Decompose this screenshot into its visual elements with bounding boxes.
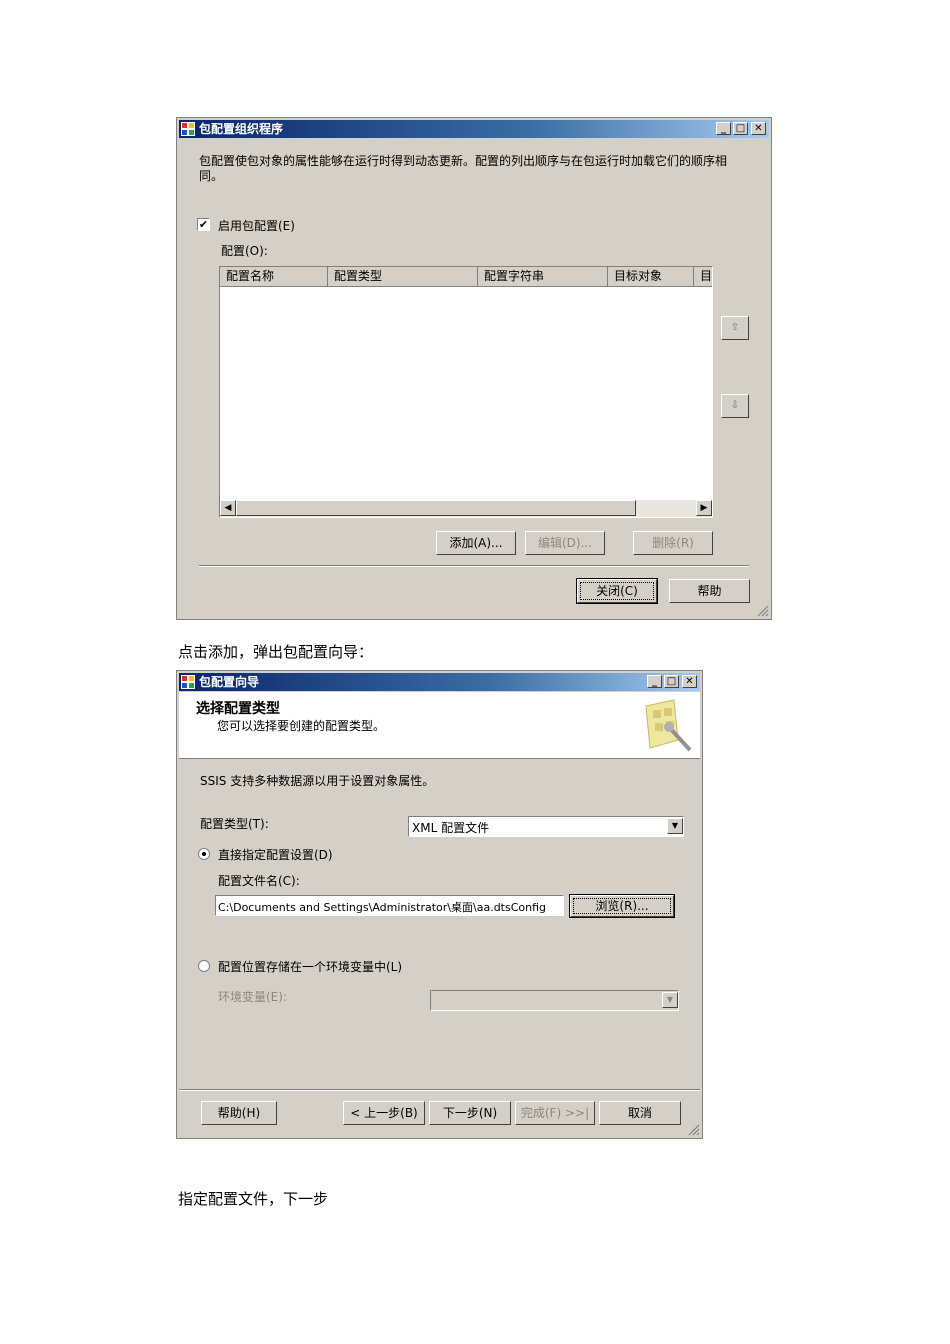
cancel-button[interactable]: 取消 bbox=[599, 1101, 681, 1125]
configuration-filename-input[interactable]: C:\Documents and Settings\Administrator\… bbox=[215, 895, 564, 916]
app-icon bbox=[181, 675, 195, 689]
configuration-type-label: 配置类型(T): bbox=[200, 817, 269, 831]
caption-click-add: 点击添加，弹出包配置向导： bbox=[178, 643, 374, 661]
add-button[interactable]: 添加(A)... bbox=[436, 531, 516, 555]
configurations-list[interactable]: 配置名称 配置类型 配置字符串 目标对象 目 ◀ ▶ bbox=[219, 266, 713, 518]
maximize-button[interactable]: □ bbox=[733, 122, 748, 135]
maximize-button[interactable]: □ bbox=[664, 675, 679, 688]
move-down-button[interactable]: ⇩ bbox=[721, 394, 749, 418]
column-header-target[interactable]: 目标对象 bbox=[608, 267, 694, 287]
scroll-right-button[interactable]: ▶ bbox=[696, 500, 712, 516]
column-header-more[interactable]: 目 bbox=[694, 267, 712, 287]
separator bbox=[199, 565, 749, 567]
package-configurations-organizer-window: 包配置组织程序 _ □ ✕ 包配置使包对象的属性能够在运行时得到动态更新。配置的… bbox=[176, 117, 772, 620]
resize-grip-icon[interactable] bbox=[757, 605, 769, 617]
header-subtitle: 您可以选择要创建的配置类型。 bbox=[217, 719, 386, 733]
package-configuration-wizard-window: 包配置向导 _ □ ✕ 选择配置类型 您可以选择要创建的配置类型。 SSIS 支… bbox=[176, 670, 703, 1139]
arrow-up-icon: ⇧ bbox=[730, 322, 740, 333]
title-bar: 包配置组织程序 _ □ ✕ bbox=[179, 120, 769, 138]
app-icon bbox=[181, 122, 195, 136]
description-text: 包配置使包对象的属性能够在运行时得到动态更新。配置的列出顺序与在包运行时加载它们… bbox=[199, 154, 728, 183]
separator bbox=[179, 1089, 700, 1091]
configurations-label: 配置(O): bbox=[221, 244, 268, 258]
resize-grip-icon[interactable] bbox=[688, 1124, 700, 1136]
back-button[interactable]: < 上一步(B) bbox=[343, 1101, 425, 1125]
horizontal-scrollbar[interactable]: ◀ ▶ bbox=[220, 500, 712, 517]
arrow-down-icon: ⇩ bbox=[730, 400, 740, 411]
radio-direct-settings[interactable] bbox=[198, 848, 210, 860]
next-button[interactable]: 下一步(N) bbox=[429, 1101, 511, 1125]
close-window-button[interactable]: ✕ bbox=[751, 122, 766, 135]
column-header-string[interactable]: 配置字符串 bbox=[478, 267, 608, 287]
help-button[interactable]: 帮助 bbox=[669, 579, 750, 603]
window-title: 包配置组织程序 bbox=[199, 122, 284, 136]
title-bar: 包配置向导 _ □ ✕ bbox=[179, 673, 700, 691]
radio-environment-variable-label: 配置位置存储在一个环境变量中(L) bbox=[218, 960, 403, 974]
delete-button[interactable]: 删除(R) bbox=[633, 531, 713, 555]
wizard-puzzle-icon bbox=[645, 699, 692, 752]
minimize-button[interactable]: _ bbox=[716, 122, 731, 135]
minimize-button[interactable]: _ bbox=[647, 675, 662, 688]
close-button[interactable]: 关闭(C) bbox=[576, 578, 658, 604]
column-header-type[interactable]: 配置类型 bbox=[328, 267, 478, 287]
caption-specify-config-file: 指定配置文件，下一步 bbox=[178, 1190, 329, 1208]
environment-variable-select[interactable]: ▼ bbox=[430, 990, 679, 1011]
scroll-thumb[interactable] bbox=[236, 500, 636, 516]
configuration-filename-label: 配置文件名(C): bbox=[218, 874, 300, 888]
window-title: 包配置向导 bbox=[199, 675, 260, 689]
environment-variable-label: 环境变量(E): bbox=[218, 990, 287, 1004]
radio-environment-variable[interactable] bbox=[198, 960, 210, 972]
chevron-down-icon[interactable]: ▼ bbox=[667, 818, 683, 834]
enable-configurations-checkbox[interactable]: ✔ bbox=[197, 218, 210, 231]
enable-configurations-label: 启用包配置(E) bbox=[218, 219, 295, 233]
intro-text: SSIS 支持多种数据源以用于设置对象属性。 bbox=[200, 774, 435, 788]
close-window-button[interactable]: ✕ bbox=[682, 675, 697, 688]
browse-button[interactable]: 浏览(R)... bbox=[569, 894, 675, 918]
chevron-down-icon[interactable]: ▼ bbox=[662, 992, 678, 1008]
radio-direct-settings-label: 直接指定配置设置(D) bbox=[218, 848, 333, 862]
wizard-header: 选择配置类型 您可以选择要创建的配置类型。 bbox=[179, 692, 700, 759]
column-header-name[interactable]: 配置名称 bbox=[220, 267, 328, 287]
configuration-type-select[interactable]: XML 配置文件 ▼ bbox=[408, 816, 684, 837]
help-button[interactable]: 帮助(H) bbox=[201, 1101, 277, 1125]
finish-button[interactable]: 完成(F) >>| bbox=[515, 1101, 595, 1125]
move-up-button[interactable]: ⇧ bbox=[721, 316, 749, 340]
header-title: 选择配置类型 bbox=[196, 701, 280, 717]
edit-button[interactable]: 编辑(D)... bbox=[525, 531, 605, 555]
scroll-left-button[interactable]: ◀ bbox=[220, 500, 236, 516]
